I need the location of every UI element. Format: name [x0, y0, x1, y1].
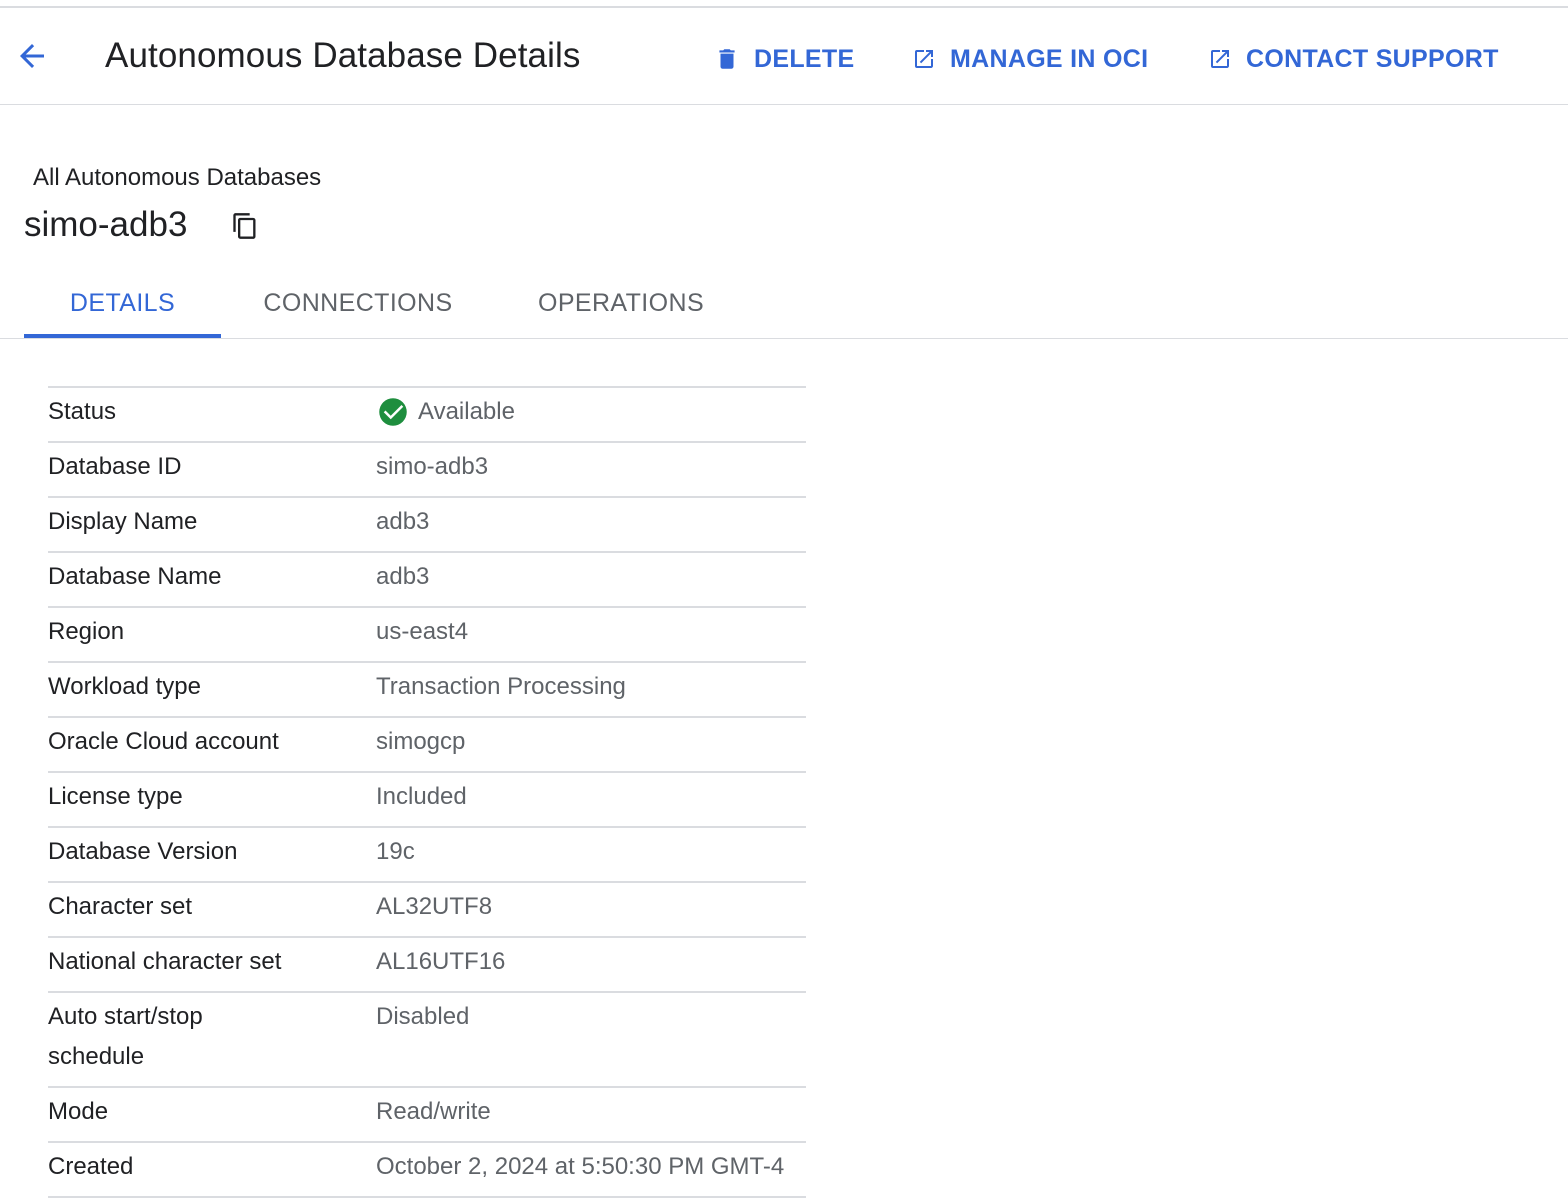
manage-in-oci-button[interactable]: MANAGE IN OCI [912, 41, 1148, 77]
manage-in-oci-label: MANAGE IN OCI [950, 44, 1149, 73]
open-in-new-icon [1211, 50, 1229, 68]
copy-button[interactable] [228, 208, 262, 244]
detail-value: AL32UTF8 [376, 893, 493, 920]
tab-connections[interactable]: CONNECTIONS [221, 268, 495, 338]
detail-row: Created October 2, 2024 at 5:50:30 PM GM… [48, 1143, 806, 1198]
delete-label: DELETE [754, 44, 855, 73]
tab-details[interactable]: DETAILS [24, 268, 221, 338]
detail-value-container: Available [376, 397, 806, 432]
detail-value: adb3 [376, 563, 430, 590]
detail-value: AL16UTF16 [376, 948, 506, 975]
detail-row: Region us-east4 [48, 608, 806, 663]
detail-key: Database Version [48, 838, 238, 865]
detail-value: Transaction Processing [376, 673, 626, 700]
detail-row: Database Name adb3 [48, 553, 806, 608]
detail-row: Mode Read/write [48, 1088, 806, 1143]
detail-value: simo-adb3 [376, 453, 489, 480]
detail-key: Database Name [48, 563, 222, 590]
detail-value: Included [376, 783, 467, 810]
page-header: Autonomous Database Details DELETE MANAG… [0, 8, 1568, 105]
arrow-back-icon [20, 44, 44, 68]
resource-name: simo-adb3 [24, 205, 188, 244]
detail-key: Database ID [48, 453, 182, 480]
detail-key: Created [48, 1153, 134, 1180]
detail-row: Workload type Transaction Processing [48, 663, 806, 718]
detail-key: Region [48, 618, 125, 645]
detail-row: License type Included [48, 773, 806, 828]
detail-row: Oracle Cloud account simogcp [48, 718, 806, 773]
detail-key: Workload type [48, 673, 201, 700]
back-button[interactable] [10, 38, 54, 74]
detail-key: License type [48, 783, 183, 810]
detail-value: October 2, 2024 at 5:50:30 PM GMT-4 [376, 1153, 785, 1180]
contact-support-label: CONTACT SUPPORT [1246, 44, 1499, 73]
detail-key: National character set [48, 948, 282, 975]
check-circle-icon [379, 398, 407, 426]
detail-key: Character set [48, 893, 193, 920]
detail-key: Mode [48, 1098, 109, 1125]
detail-key: Status [48, 398, 117, 425]
trash-icon [719, 49, 735, 69]
detail-value: Disabled [376, 1003, 470, 1030]
contact-support-button[interactable]: CONTACT SUPPORT [1208, 41, 1499, 77]
details-table: Status Available Database ID simo-adb3 D… [48, 386, 806, 1198]
detail-key: Oracle Cloud account [48, 728, 279, 755]
detail-row: Database ID simo-adb3 [48, 443, 806, 498]
copy-icon [233, 213, 256, 239]
detail-row-status: Status Available [48, 388, 806, 443]
detail-row: National character set AL16UTF16 [48, 938, 806, 993]
detail-row: Display Name adb3 [48, 498, 806, 553]
detail-row: Auto start/stop schedule Disabled [48, 993, 806, 1088]
detail-key: Auto start/stop schedule [48, 1003, 203, 1070]
page-title: Autonomous Database Details [105, 36, 581, 75]
detail-value: simogcp [376, 728, 466, 755]
tab-operations[interactable]: OPERATIONS [495, 268, 747, 338]
detail-value: Available [418, 398, 515, 425]
delete-button[interactable]: DELETE [714, 41, 854, 77]
detail-value: adb3 [376, 508, 430, 535]
detail-row: Character set AL32UTF8 [48, 883, 806, 938]
open-in-new-icon [915, 50, 933, 68]
detail-value: 19c [376, 838, 415, 865]
detail-row: Database Version 19c [48, 828, 806, 883]
breadcrumb[interactable]: All Autonomous Databases [33, 164, 321, 192]
detail-key: Display Name [48, 508, 198, 535]
tab-bar: DETAILS CONNECTIONS OPERATIONS [0, 268, 1568, 339]
detail-value: us-east4 [376, 618, 469, 645]
detail-value: Read/write [376, 1098, 491, 1125]
